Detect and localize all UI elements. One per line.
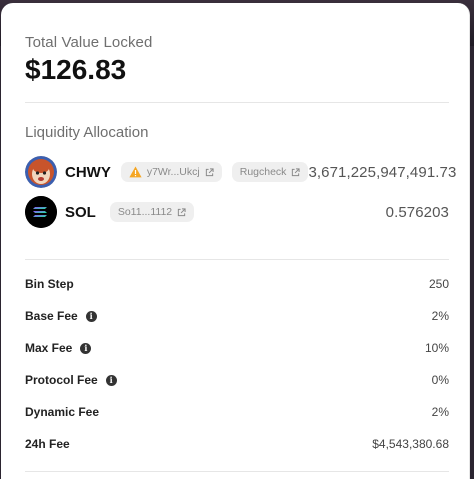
info-icon[interactable]: i (80, 342, 92, 354)
divider (25, 471, 449, 472)
external-link-icon (177, 207, 186, 216)
external-link-icon (292, 167, 301, 176)
info-row-base-fee: Base Fee i 2% (25, 307, 449, 325)
token-address-pill[interactable]: So11...1112 (109, 202, 195, 222)
info-icon[interactable]: i (85, 310, 97, 322)
info-value: 10% (424, 341, 449, 355)
pool-info-card: Total Value Locked $126.83 Liquidity All… (1, 3, 470, 479)
tvl-value: $126.83 (25, 54, 127, 85)
info-value: 0% (431, 373, 449, 387)
info-value: $4,543,380.68 (372, 437, 449, 451)
token-amount: 3,671,225,947,491.73 (308, 163, 457, 181)
tvl-label: Total Value Locked (25, 34, 153, 51)
info-row-protocol-fee: Protocol Fee i 0% (25, 371, 449, 389)
token-symbol: CHWY (65, 163, 111, 181)
external-link-icon (205, 167, 214, 176)
token-address: So11...1112 (117, 206, 173, 218)
info-row-bin-step: Bin Step 250 (25, 275, 449, 293)
token-row-sol: SOL So11...1112 0.576203 (25, 195, 449, 229)
token-address: y7Wr...Ukcj (146, 166, 200, 178)
info-value: 2% (431, 309, 449, 323)
sol-logo-icon (25, 196, 57, 228)
token-row-chwy: CHWY y7Wr...Ukcj Rugcheck 3,671,225,947,… (25, 155, 456, 189)
info-row-max-fee: Max Fee i 10% (25, 339, 449, 357)
info-label: Max Fee (25, 341, 73, 355)
divider (25, 102, 449, 103)
info-row-dynamic-fee: Dynamic Fee 2% (25, 403, 449, 421)
info-label: 24h Fee (25, 437, 70, 451)
rugcheck-link[interactable]: Rugcheck (231, 162, 309, 182)
info-icon[interactable]: i (105, 374, 117, 386)
warning-icon (129, 166, 142, 178)
chwy-avatar-icon (25, 156, 57, 188)
divider (25, 259, 449, 260)
info-value: 250 (428, 277, 449, 291)
info-label: Protocol Fee (25, 373, 98, 387)
info-row-24h-fee: 24h Fee $4,543,380.68 (25, 435, 449, 453)
rugcheck-label: Rugcheck (239, 166, 287, 178)
info-label: Base Fee (25, 309, 78, 323)
token-address-pill[interactable]: y7Wr...Ukcj (120, 162, 222, 182)
info-value: 2% (431, 405, 449, 419)
info-label: Dynamic Fee (25, 405, 100, 419)
token-amount: 0.576203 (385, 203, 449, 221)
token-symbol: SOL (65, 203, 96, 221)
liquidity-allocation-label: Liquidity Allocation (25, 124, 149, 141)
info-label: Bin Step (25, 277, 74, 291)
